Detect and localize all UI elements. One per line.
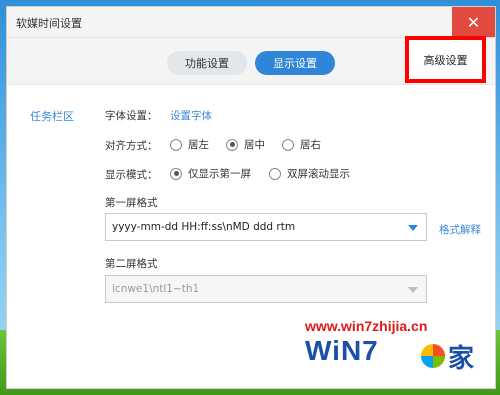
close-icon: ✕ [466, 12, 481, 32]
first-screen-format-select[interactable]: yyyy-mm-dd HH:ff:ss\nMD ddd rtm [105, 213, 427, 241]
first-screen-format-label: 第一屏格式 [105, 197, 158, 209]
title-bar: 软媒时间设置 ✕ [7, 7, 495, 38]
radio-label: 居左 [188, 139, 209, 151]
alignment-label: 对齐方式： [105, 140, 158, 152]
radio-label: 居中 [244, 139, 265, 151]
radio-dual-screen-scroll[interactable]: 双屏滚动显示 [269, 166, 350, 181]
side-nav-taskbar[interactable]: 任务栏区 [30, 108, 74, 124]
radio-circle [170, 138, 182, 151]
radio-label: 居右 [300, 139, 321, 151]
set-font-link[interactable]: 设置字体 [170, 108, 212, 123]
second-screen-format-select[interactable]: icnwe1\ntl1~th1 [105, 275, 427, 303]
watermark-logo-text: WiN7 [305, 335, 379, 366]
radio-label: 仅显示第一屏 [188, 168, 251, 180]
radio-align-right[interactable]: 居右 [282, 137, 321, 152]
second-screen-format-value: icnwe1\ntl1~th1 [112, 283, 200, 295]
radio-circle-selected [226, 138, 238, 151]
advanced-settings-label: 高级设置 [423, 53, 468, 67]
dropdown-arrow-icon [408, 225, 418, 231]
radio-align-center[interactable]: 居中 [226, 137, 265, 152]
windows-logo-icon [419, 342, 447, 370]
radio-circle-selected [170, 167, 182, 180]
tab-advanced-settings[interactable]: 高级设置 [405, 36, 486, 83]
watermark-logo-suffix: 家 [448, 344, 475, 374]
window-title: 软媒时间设置 [16, 17, 82, 30]
close-button[interactable]: ✕ [452, 7, 495, 37]
radio-first-screen-only[interactable]: 仅显示第一屏 [170, 166, 251, 181]
radio-label: 双屏滚动显示 [287, 168, 350, 180]
font-settings-label: 字体设置： [105, 110, 158, 122]
second-screen-format-label: 第二屏格式 [105, 258, 158, 270]
radio-circle [282, 138, 294, 151]
format-help-link[interactable]: 格式解释 [439, 222, 481, 237]
watermark-url: www.win7zhijia.cn [305, 318, 428, 334]
first-screen-format-value: yyyy-mm-dd HH:ff:ss\nMD ddd rtm [112, 221, 296, 233]
radio-circle [269, 167, 281, 180]
tab-display-settings[interactable]: 显示设置 [255, 51, 335, 75]
tab-function-settings[interactable]: 功能设置 [167, 51, 247, 75]
radio-align-left[interactable]: 居左 [170, 137, 209, 152]
dropdown-arrow-icon [408, 287, 418, 293]
display-mode-label: 显示模式： [105, 169, 158, 181]
